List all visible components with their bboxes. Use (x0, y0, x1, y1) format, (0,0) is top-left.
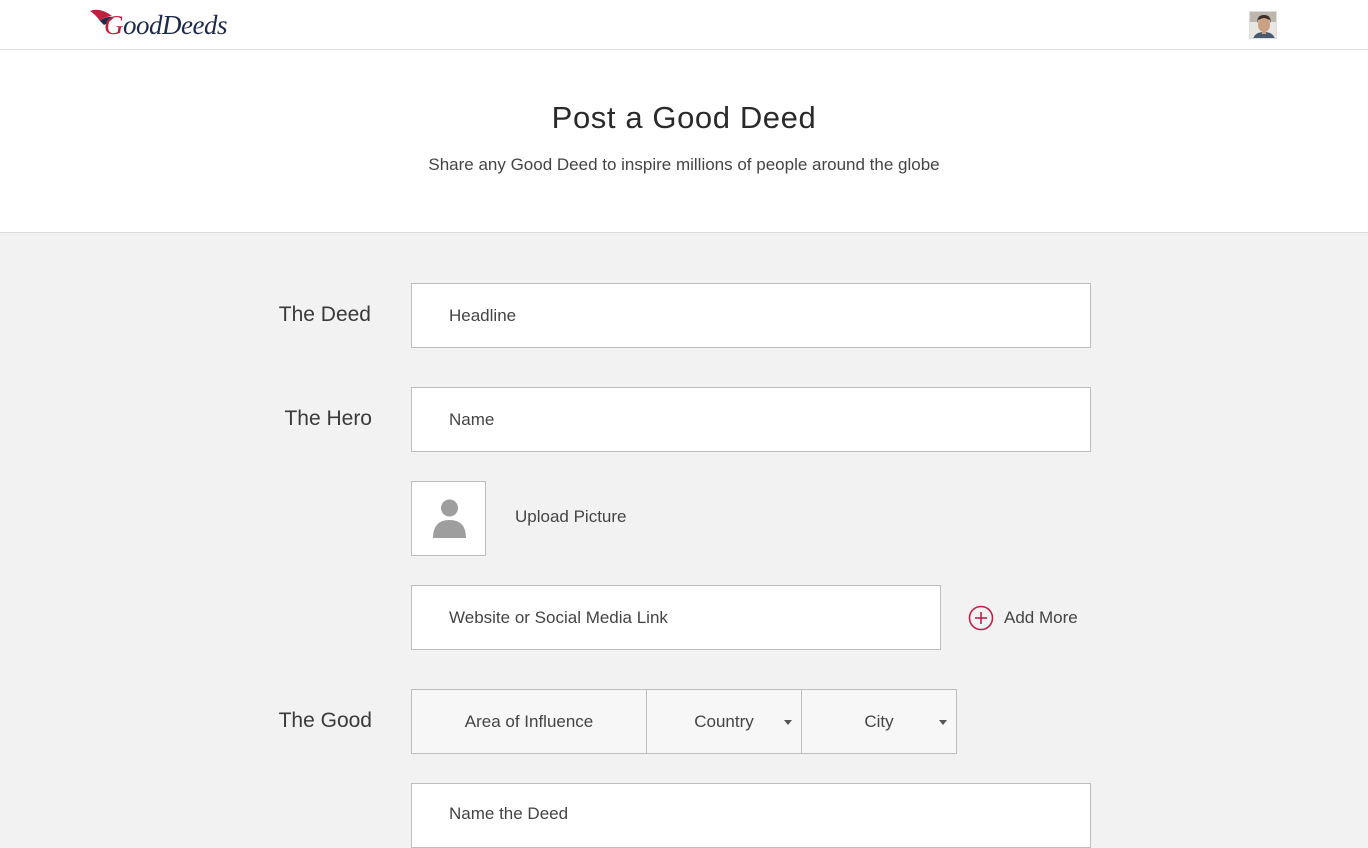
page-title: Post a Good Deed (551, 100, 817, 135)
headline-input[interactable]: Headline (411, 283, 1091, 348)
user-avatar[interactable] (1249, 11, 1277, 39)
country-select[interactable]: Country (646, 689, 802, 754)
deed-name-placeholder: Name the Deed (449, 804, 569, 823)
upload-picture-button[interactable] (411, 481, 486, 556)
country-select-value: Country (694, 711, 754, 731)
add-more-label: Add More (1004, 608, 1078, 627)
section-label-hero: The Hero (284, 407, 372, 430)
page-hero: Post a Good Deed Share any Good Deed to … (0, 50, 1368, 233)
plus-circle-icon (968, 605, 994, 631)
city-select[interactable]: City (801, 689, 957, 754)
person-placeholder-icon (433, 499, 466, 538)
deed-name-input[interactable]: Name the Deed (411, 783, 1091, 848)
social-link-input[interactable]: Website or Social Media Link (411, 585, 941, 650)
area-of-influence-text: Area of Influence (464, 711, 594, 731)
link-placeholder: Website or Social Media Link (449, 607, 668, 627)
brand-rest: oodDeeds (123, 10, 227, 40)
area-of-influence-label: Area of Influence (411, 689, 647, 754)
chevron-down-icon (784, 720, 792, 725)
hero-name-input[interactable]: Name (411, 387, 1091, 452)
section-label-good: The Good (278, 709, 372, 732)
brand-initial: G (104, 10, 124, 40)
chevron-down-icon (939, 720, 947, 725)
city-select-value: City (864, 711, 894, 731)
brand-name: GoodDeeds (90, 8, 227, 42)
post-deed-form: The Deed Headline The Hero Name Upload P… (0, 233, 1368, 848)
gooddeeds-logo[interactable]: GoodDeeds (90, 8, 227, 42)
upload-picture-label[interactable]: Upload Picture (515, 507, 627, 527)
section-label-deed: The Deed (278, 303, 371, 326)
page-subtitle: Share any Good Deed to inspire millions … (428, 155, 940, 174)
name-placeholder: Name (449, 409, 495, 429)
headline-placeholder: Headline (449, 305, 517, 325)
avatar-image (1250, 12, 1276, 38)
add-more-button[interactable]: Add More (968, 605, 1078, 631)
top-navigation-bar: GoodDeeds (0, 0, 1368, 50)
